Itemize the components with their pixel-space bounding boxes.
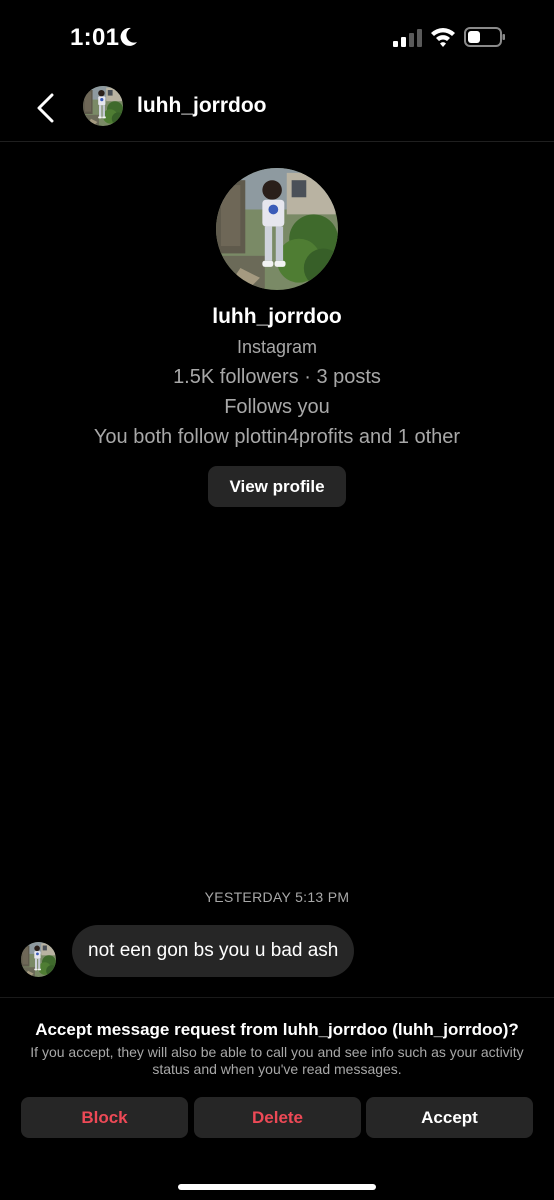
profile-source: Instagram <box>236 337 318 357</box>
request-title: Accept message request from luhh_jorrdoo… <box>35 1020 519 1039</box>
moon-icon <box>120 27 137 46</box>
cellular-signal-icon <box>393 29 422 47</box>
header-username[interactable]: luhh_jorrdoo <box>137 94 267 118</box>
profile-stats: 1.5K followers · 3 posts <box>173 366 381 388</box>
chat-header: luhh_jorrdoo <box>0 76 554 142</box>
block-button[interactable]: Block <box>21 1097 188 1138</box>
status-time: 1:01 <box>70 24 120 51</box>
profile-mutual-followers: You both follow plottin4profits and 1 ot… <box>93 426 461 448</box>
profile-username: luhh_jorrdoo <box>212 305 342 328</box>
request-description: If you accept, they will also be able to… <box>30 1044 524 1077</box>
accept-button[interactable]: Accept <box>366 1097 533 1138</box>
home-indicator[interactable] <box>178 1184 376 1190</box>
chevron-left-icon[interactable] <box>34 93 58 123</box>
header-avatar[interactable] <box>83 86 123 126</box>
message-timestamp: YESTERDAY 5:13 PM <box>204 889 350 905</box>
delete-button[interactable]: Delete <box>194 1097 361 1138</box>
profile-avatar[interactable] <box>216 168 338 290</box>
message-request-panel: Accept message request from luhh_jorrdoo… <box>0 997 554 1200</box>
battery-icon <box>464 27 505 47</box>
status-bar: 1:01 <box>0 0 554 76</box>
profile-follow-status: Follows you <box>224 396 330 418</box>
message-bubble[interactable]: not een gon bs you u bad ash <box>72 925 355 977</box>
message-sender-avatar[interactable] <box>21 942 56 977</box>
wifi-icon <box>431 28 455 47</box>
view-profile-button[interactable]: View profile <box>208 466 346 507</box>
